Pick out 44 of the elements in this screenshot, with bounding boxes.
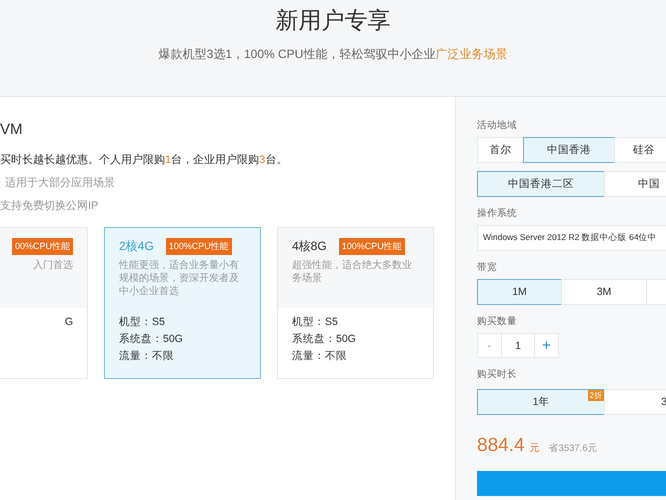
cpu-badge: 00%CPU性能: [12, 238, 73, 255]
cpu-badge: 100%CPU性能: [166, 238, 232, 255]
bandwidth-label: 带宽: [477, 261, 498, 274]
region-option[interactable]: 硅谷: [614, 137, 666, 163]
page-title: 新用户专享: [276, 6, 390, 35]
plan-description: 超强性能，适合绝大多数业务场景: [292, 259, 413, 285]
os-select[interactable]: Windows Server 2012 R2 数据中心版 64位中: [477, 225, 666, 251]
region-label: 活动地域: [477, 119, 518, 132]
product-description: 买时长越长越优惠。个人用户限购1台，企业用户限购3台。: [0, 152, 288, 167]
bandwidth-option[interactable]: 1M: [477, 279, 562, 305]
zone-option[interactable]: 中国: [604, 171, 666, 197]
region-option[interactable]: 首尔: [477, 137, 524, 163]
feature-text: 支持免费切换公网IP: [0, 199, 100, 213]
plan-spec: G: [64, 316, 73, 329]
plan-spec: 系统盘：50G: [292, 333, 356, 346]
product-title: VM: [0, 121, 24, 138]
feature-text: 适用于大部分应用场景: [4, 176, 116, 190]
price: 884.4: [477, 435, 525, 457]
plan-card[interactable]: 2核4G 100%CPU性能 性能更强，适合业务量小有规模的场景，资深开发者及中小企业首选 机型：S5 系统盘：50G 流量：不限: [104, 227, 261, 379]
plan-spec: 流量：不限: [119, 350, 174, 363]
plan-card[interactable]: 4核8G 100%CPU性能 超强性能，适合绝大多数业务场景 机型：S5 系统盘：50G 流量：不限: [277, 227, 434, 379]
plan-spec: 机型：S5: [119, 316, 165, 329]
duration-option[interactable]: 1年 2折: [477, 389, 605, 415]
region-option[interactable]: 中国香港: [523, 137, 615, 163]
duration-label: 购买时长: [477, 368, 518, 381]
price-unit: 元: [530, 442, 540, 455]
plan-description: 性能更强，适合业务量小有规模的场景，资深开发者及中小企业首选: [119, 259, 240, 298]
discount-badge: 2折: [588, 390, 604, 401]
bandwidth-option[interactable]: 3M: [561, 279, 647, 305]
quantity-label: 购买数量: [477, 315, 518, 328]
saving-text: 省3537.6元: [548, 442, 598, 455]
zone-option[interactable]: 中国香港二区: [477, 171, 605, 197]
plan-spec: 系统盘：50G: [119, 333, 183, 346]
plan-spec: 流量：不限: [292, 350, 347, 363]
os-label: 操作系统: [477, 207, 518, 220]
page-subtitle: 爆款机型3选1，100% CPU性能，轻松驾驭中小企业广泛业务场景: [158, 46, 508, 63]
plan-title: 2核4G: [119, 238, 154, 255]
plan-description: 入门首选: [33, 259, 73, 272]
increment-button[interactable]: +: [534, 333, 559, 358]
plan-title: 4核8G: [292, 238, 327, 255]
cpu-badge: 100%CPU性能: [338, 238, 405, 255]
plan-card[interactable]: 00%CPU性能 入门首选 G: [0, 227, 88, 379]
quantity-field[interactable]: 1: [501, 333, 535, 358]
plan-spec: 机型：S5: [292, 316, 338, 329]
